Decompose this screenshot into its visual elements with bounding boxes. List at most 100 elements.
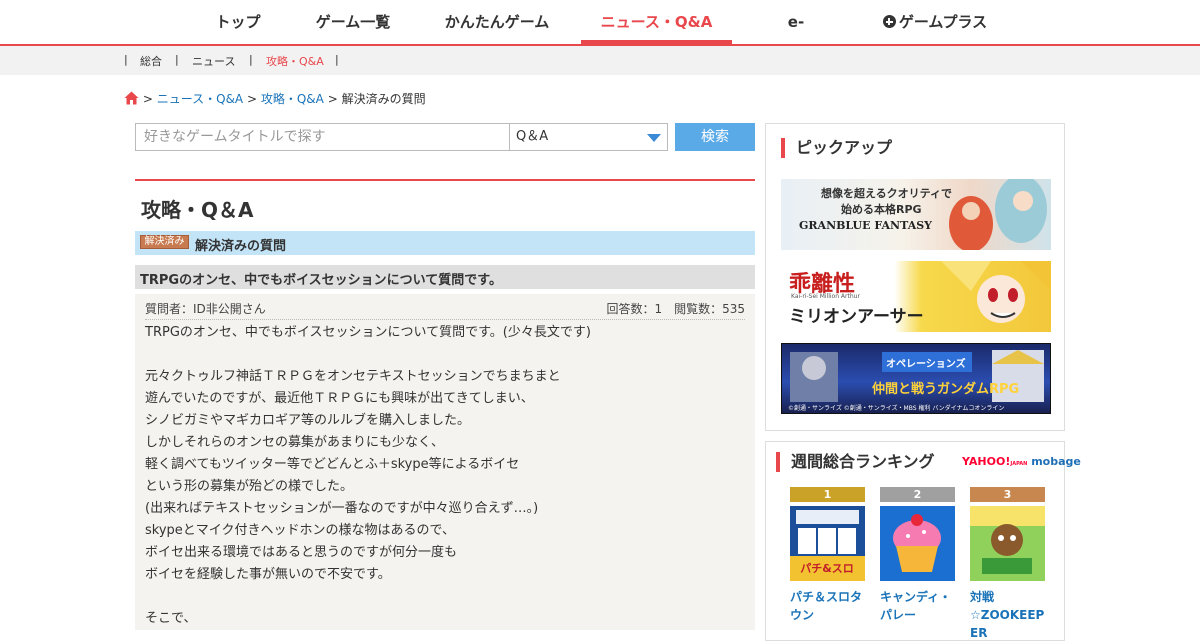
question-stats: 回答数：1 閲覧数：535 xyxy=(606,302,745,316)
ranking-heading: 週間総合ランキング xyxy=(776,452,935,472)
breadcrumb-separator: > xyxy=(327,92,338,106)
banner-million-arthur-subtitle: ミリオンアーサー xyxy=(789,307,924,327)
ranking-name-line: ウン xyxy=(790,608,815,622)
cupcake-icon xyxy=(893,514,941,572)
banner-gundam-subtitle: 仲間と戦うガンダムRPG xyxy=(872,382,1020,397)
banner-million-arthur[interactable]: 乖離性 ミリオンアーサー Kai-ri-Sei Million Arthur xyxy=(781,261,1051,332)
ranking-thumb-3 xyxy=(970,506,1045,581)
asker: 質問者：ID非公開さん xyxy=(145,302,266,316)
ranking-thumb-1: パチ&スロ xyxy=(790,506,865,581)
subnav-separator: | xyxy=(249,53,253,66)
yahoo-logo-sub: JAPAN xyxy=(1010,461,1028,467)
question-text: TRPGのオンセ、中でもボイスセッションについて質問です。(少々長文です) 元々… xyxy=(145,322,745,630)
subnav-separator: | xyxy=(175,53,179,66)
page-title: 攻略・Q＆A xyxy=(141,198,254,222)
ranking-item-2[interactable]: 2 キャンディ・ パレー xyxy=(880,487,955,624)
nav-item-game-plus[interactable]: ゲームプラス xyxy=(880,0,990,44)
top-nav: トップ ゲーム一覧 かんたんゲーム ニュース・Q&A e-Sports ゲームプ… xyxy=(0,0,1200,75)
ranking-name-line: キャンディ・ xyxy=(880,590,952,604)
nav-item-game-plus-label: ゲームプラス xyxy=(898,13,988,31)
subnav-item-news[interactable]: ニュース xyxy=(192,53,235,69)
question-line: という形の募集が殆どの様でした。 xyxy=(145,479,354,494)
breadcrumb-current: 解決済みの質問 xyxy=(341,92,426,106)
breadcrumb-separator: > xyxy=(142,92,153,106)
question-line xyxy=(145,344,745,366)
ranking-item-1[interactable]: 1 パチ&スロ パチ＆スロタ ウン xyxy=(790,487,865,624)
nav-item-news-qa[interactable]: ニュース・Q&A xyxy=(581,0,732,44)
mobage-logo-text: mobage xyxy=(1031,455,1081,468)
breadcrumb-separator: > xyxy=(246,92,258,106)
granblue-art xyxy=(949,179,1047,250)
rank-number: 1 xyxy=(790,487,865,502)
breadcrumb: > ニュース・Q&A > 攻略・Q&A > 解決済みの質問 xyxy=(124,90,426,107)
question-line: しかしそれらのオンセの募集があまりにも少なく、 xyxy=(145,435,445,450)
banner-granblue-logo: GRANBLUE FANTASY xyxy=(799,219,933,232)
sub-nav: | 総合 | ニュース | 攻略・Q&A | xyxy=(0,46,1200,75)
subnav-item-qa[interactable]: 攻略・Q&A xyxy=(266,53,324,69)
solved-badge: 解決済み xyxy=(140,235,189,249)
yahoo-mobage-logo: YAHOO!JAPAN mobage xyxy=(962,455,1081,468)
svg-text:パチ&スロ: パチ&スロ xyxy=(800,562,854,575)
zookeeper-icon xyxy=(970,506,1045,574)
solved-title: 解決済みの質問 xyxy=(195,239,287,254)
question-body: 質問者：ID非公開さん 回答数：1 閲覧数：535 TRPGのオンセ、中でもボイ… xyxy=(135,294,755,630)
pickup-heading: ピックアップ xyxy=(781,138,892,158)
ranking-name-line: パレー xyxy=(880,608,917,622)
question-line: 元々クトゥルフ神話ＴＲＰＧをオンセテキストセッションでちまちまと xyxy=(145,369,561,384)
nav-item-top[interactable]: トップ xyxy=(210,0,266,44)
million-arthur-art xyxy=(941,261,1051,323)
ranking-name-1: パチ＆スロタ ウン xyxy=(790,588,865,624)
section-divider xyxy=(135,179,755,181)
banner-gundam-title: オペレーションズ xyxy=(886,359,966,370)
category-select[interactable]: Q＆A xyxy=(509,123,668,151)
search-input[interactable] xyxy=(135,123,510,151)
ranking-name-3: 対戦 ☆ZOOKEEP ER xyxy=(970,588,1045,642)
breadcrumb-news-qa[interactable]: ニュース・Q&A xyxy=(157,92,243,106)
banner-granblue-line1: 想像を超えるクオリティで xyxy=(821,187,953,200)
banner-gundam-copyright: ©創通・サンライズ ©創通・サンライズ・MBS 権利 バンダイナムコオンライン xyxy=(788,405,1005,412)
banner-granblue-line2: 始める本格RPG xyxy=(841,203,922,216)
rank-number: 2 xyxy=(880,487,955,502)
question-meta: 質問者：ID非公開さん 回答数：1 閲覧数：535 xyxy=(145,300,745,320)
question-title: TRPGのオンセ、中でもボイスセッションについて質問です。 xyxy=(140,273,502,288)
question-line: TRPGのオンセ、中でもボイスセッションについて質問です。(少々長文です) xyxy=(145,325,591,340)
banner-million-arthur-roman: Kai-ri-Sei Million Arthur xyxy=(791,293,860,300)
subnav-separator: | xyxy=(335,53,339,66)
question-header: TRPGのオンセ、中でもボイスセッションについて質問です。 xyxy=(135,265,755,289)
search-button[interactable]: 検索 xyxy=(675,123,755,151)
question-line xyxy=(145,586,745,608)
pickup-panel: ピックアップ 想像を超えるクオリティで 始める本格RPG GRANBLUE FA… xyxy=(765,123,1065,431)
ranking-thumb-2 xyxy=(880,506,955,581)
subnav-separator: | xyxy=(124,53,128,66)
question-line: シノビガミやマギカロギア等のルルブを購入しました。 xyxy=(145,413,471,428)
ranking-name-line: ☆ZOOKEEP xyxy=(970,608,1045,622)
category-select-value: Q＆A xyxy=(516,129,549,144)
slot-machine-icon: パチ&スロ xyxy=(790,510,865,581)
ranking-item-3[interactable]: 3 対戦 ☆ZOOKEEP ER xyxy=(970,487,1045,642)
ranking-name-2: キャンディ・ パレー xyxy=(880,588,955,624)
yahoo-logo-text: YAHOO! xyxy=(962,455,1011,468)
question-line: ボイセ出来る環境ではあると思うのですが何分一度も xyxy=(145,545,458,560)
nav-item-game-list[interactable]: ゲーム一覧 xyxy=(313,0,393,44)
banner-gundam-operations[interactable]: オペレーションズ 仲間と戦うガンダムRPG ©創通・サンライズ ©創通・サンライ… xyxy=(781,343,1051,414)
ranking-name-line: パチ＆スロタ xyxy=(790,590,863,604)
question-line: そこで、 xyxy=(145,611,197,626)
subnav-item-general[interactable]: 総合 xyxy=(140,53,162,69)
solved-header: 解決済み 解決済みの質問 xyxy=(135,231,755,255)
nav-item-easy-games[interactable]: かんたんゲーム xyxy=(443,0,551,44)
question-line: 軽く調べてもツイッター等でどどんとふ＋skype等によるボイセ xyxy=(145,457,520,472)
ranking-name-line: ER xyxy=(970,626,988,640)
ranking-panel: 週間総合ランキング YAHOO!JAPAN mobage 1 パチ&スロ パチ＆… xyxy=(765,441,1081,642)
plus-icon xyxy=(882,15,896,28)
question-line: 遊んでいたのですが、最近他ＴＲＰＧにも興味が出てきてしまい、 xyxy=(145,391,534,406)
chevron-down-icon xyxy=(647,134,661,142)
ranking-name-line: 対戦 xyxy=(970,590,995,604)
banner-granblue-fantasy[interactable]: 想像を超えるクオリティで 始める本格RPG GRANBLUE FANTASY xyxy=(781,179,1051,250)
breadcrumb-qa[interactable]: 攻略・Q&A xyxy=(261,92,324,106)
home-icon[interactable] xyxy=(124,91,139,105)
rank-number: 3 xyxy=(970,487,1045,502)
question-line: skypeとマイク付きヘッドホンの様な物はあるので、 xyxy=(145,523,456,538)
question-line: (出来ればテキストセッションが一番なのですが中々巡り合えず…。) xyxy=(145,501,539,516)
nav-item-esports[interactable]: e-Sports xyxy=(762,0,830,75)
question-line: ボイセを経験した事が無いので不安です。 xyxy=(145,567,391,582)
